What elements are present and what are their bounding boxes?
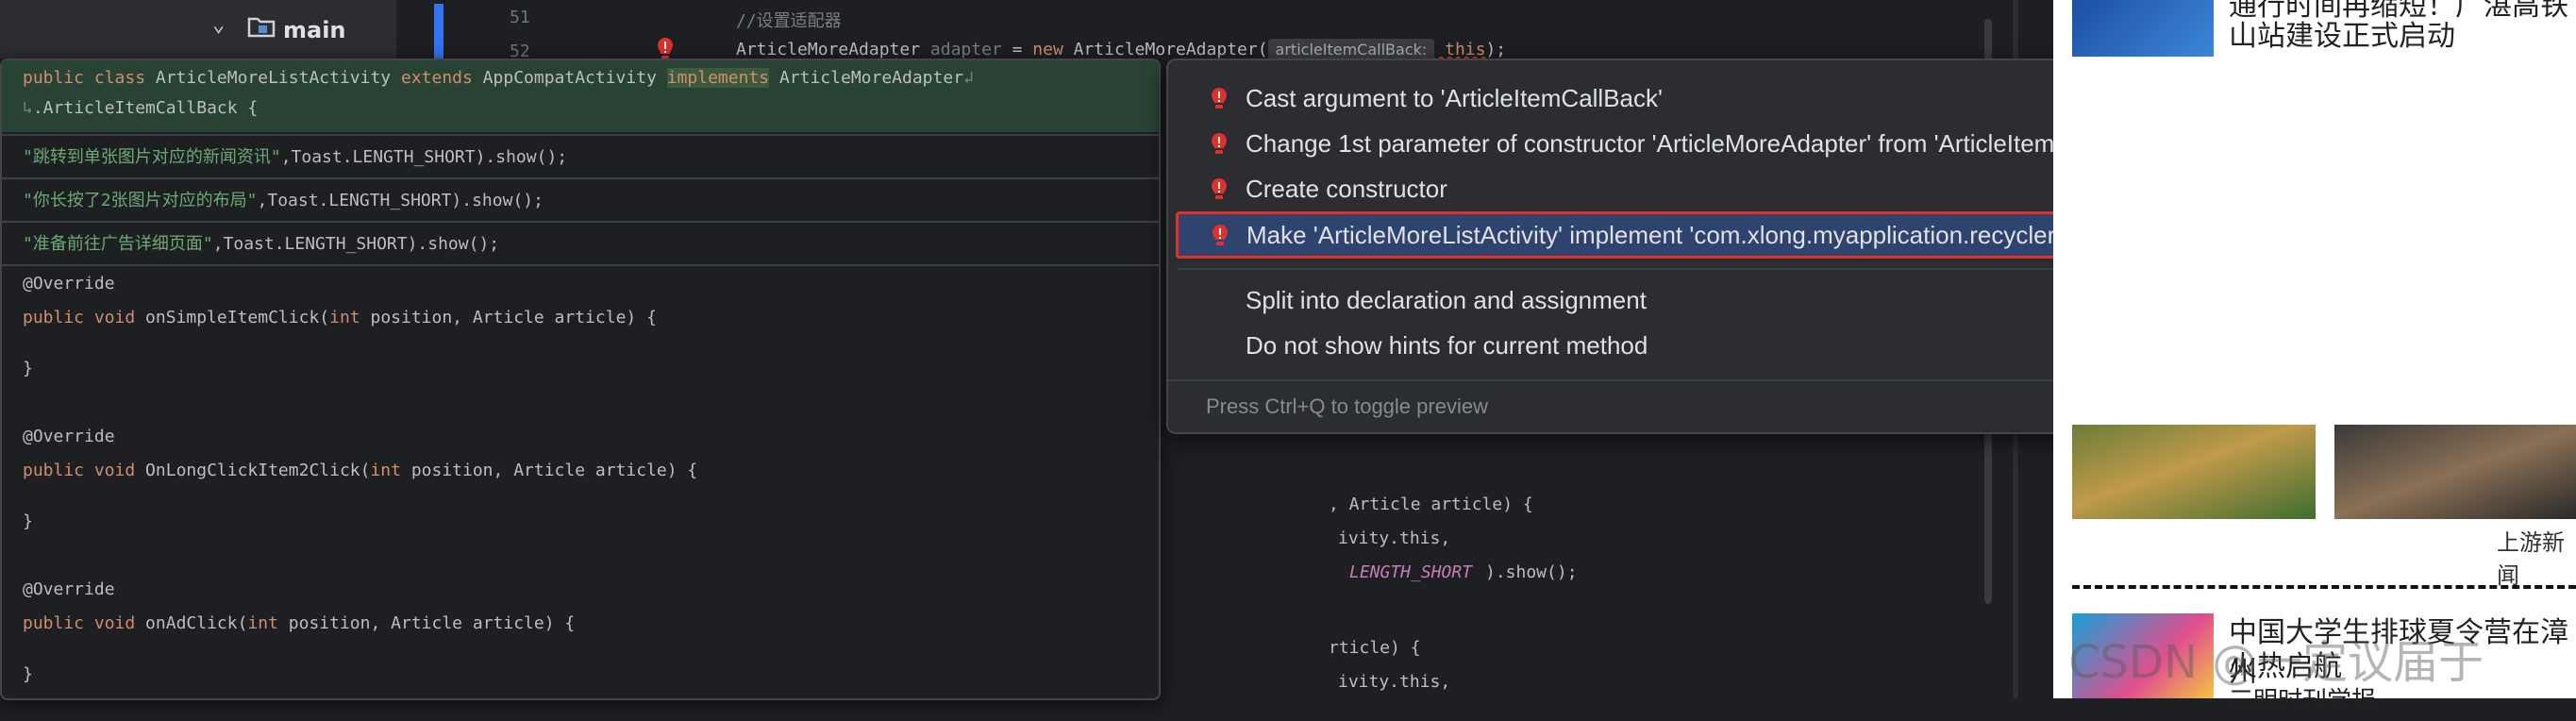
variable-name: adapter: [929, 40, 1002, 59]
keyword: public class: [23, 68, 146, 88]
section-divider: [2072, 585, 2576, 589]
constructor-call: ArticleMoreAdapter(: [1062, 40, 1268, 59]
error-bulb-icon: [1212, 88, 1227, 109]
param-type: int: [247, 613, 278, 633]
code-fragment: LENGTH_SHORT: [1349, 562, 1473, 582]
this-argument[interactable]: this: [1434, 40, 1485, 59]
menu-item-label: Cast argument to 'ArticleItemCallBack': [1246, 84, 1663, 112]
news-image-crowd[interactable]: [2334, 425, 2576, 519]
method-name: onSimpleItemClick(: [135, 308, 330, 327]
divider: [2, 221, 1159, 223]
code-rest: ,Toast.LENGTH_SHORT).show();: [212, 234, 500, 254]
code-line-52[interactable]: ArticleMoreAdapter adapter = new Article…: [736, 39, 1507, 60]
folder-label[interactable]: main: [283, 17, 346, 43]
keyword: public void: [23, 461, 136, 480]
folder-icon: [247, 17, 276, 38]
params: position, Article article) {: [277, 613, 576, 633]
toast-line: "跳转到单张图片对应的新闻资讯",Toast.LENGTH_SHORT).sho…: [23, 143, 567, 168]
interface-name-cont: .ArticleItemCallBack: [32, 98, 238, 118]
keyword: public void: [23, 613, 136, 633]
error-bulb-icon: [1212, 178, 1227, 199]
parameter-hint: articleItemCallBack:: [1267, 39, 1435, 60]
watermark: CSDN @一定议届于: [2068, 636, 2484, 689]
type-name: ArticleMoreAdapter: [736, 40, 930, 59]
keyword: extends: [400, 68, 473, 88]
code-fragment: , Article article) {: [1329, 495, 1533, 514]
news-title-line[interactable]: 山站建设正式启动: [2229, 17, 2455, 57]
preview-popup: public class ArticleMoreListActivity ext…: [0, 59, 1161, 700]
string-literal: "你长按了2张图片对应的布局": [23, 191, 258, 210]
toast-line: "你长按了2张图片对应的布局",Toast.LENGTH_SHORT).show…: [23, 187, 544, 211]
menu-item-label: Create constructor: [1246, 175, 1447, 203]
interface-name: ArticleMoreAdapter: [769, 68, 964, 88]
line-number: 51: [510, 8, 530, 27]
method-signature: public void onAdClick(int position, Arti…: [23, 613, 575, 633]
string-literal: "准备前往广告详细页面": [23, 234, 213, 254]
class-name: ArticleMoreListActivity: [145, 68, 401, 88]
menu-item-label: Split into declaration and assignment: [1246, 286, 1647, 314]
statement-end: );: [1485, 40, 1507, 59]
code-fragment-text: ivity.this,: [1338, 528, 1451, 548]
divider: [2, 177, 1159, 179]
chevron-down-icon[interactable]: ⌄: [212, 13, 225, 37]
method-close: }: [23, 359, 33, 378]
news-caption[interactable]: 上游新闻: [2497, 524, 2576, 590]
code-comment: //设置适配器: [736, 11, 842, 31]
code-fragment: ivity.this,: [1338, 528, 1450, 548]
string-literal: "跳转到单张图片对应的新闻资讯": [23, 147, 281, 167]
news-image-river[interactable]: [2072, 425, 2316, 519]
menu-item-label: Do not show hints for current method: [1246, 331, 1648, 360]
code-rest: ,Toast.LENGTH_SHORT).show();: [257, 191, 544, 210]
param-type: int: [329, 308, 360, 327]
code-rest: ,Toast.LENGTH_SHORT).show();: [280, 147, 568, 167]
news-panel: 通行时间再缩短！广湛高铁 山站建设正式启动 上游新闻 中国大学生排球夏令营在漳州…: [2053, 0, 2576, 715]
toggle-preview-hint: Press Ctrl+Q to toggle preview: [1206, 394, 1488, 418]
class-declaration: public class ArticleMoreListActivity ext…: [23, 68, 974, 88]
toast-line: "准备前往广告详细页面",Toast.LENGTH_SHORT).show();: [23, 230, 499, 255]
params: position, Article article) {: [400, 461, 698, 480]
annotation: @Override: [23, 274, 115, 293]
keyword-new: new: [1032, 40, 1063, 59]
params: position, Article article) {: [360, 308, 657, 327]
project-tree: ⌄ main: [0, 0, 396, 59]
code-fragment: rticle) {: [1329, 638, 1421, 658]
method-close: }: [23, 511, 33, 531]
keyword: public void: [23, 308, 136, 327]
error-bulb-icon: [1213, 225, 1228, 245]
method-name: OnLongClickItem2Click(: [135, 461, 371, 480]
code-fragment: ivity.this,: [1338, 672, 1451, 692]
keyword-implements: implements: [666, 68, 770, 88]
parent-class: AppCompatActivity: [472, 68, 667, 88]
annotation: @Override: [23, 579, 115, 599]
divider: [2, 134, 1159, 136]
param-type: int: [370, 461, 401, 480]
code-fragment: ).show();: [1485, 562, 1578, 582]
class-declaration-cont: ↳.ArticleItemCallBack {: [23, 98, 259, 118]
divider: [2, 264, 1159, 266]
news-thumbnail[interactable]: [2072, 0, 2214, 57]
annotation: @Override: [23, 427, 115, 446]
error-bulb-icon: [1212, 133, 1227, 154]
method-name: onAdClick(: [135, 613, 248, 633]
method-signature: public void onSimpleItemClick(int positi…: [23, 308, 657, 327]
change-marker: [434, 4, 443, 62]
method-signature: public void OnLongClickItem2Click(int po…: [23, 461, 697, 480]
operator: =: [1001, 40, 1033, 59]
brace: {: [237, 98, 259, 118]
method-close: }: [23, 664, 33, 684]
